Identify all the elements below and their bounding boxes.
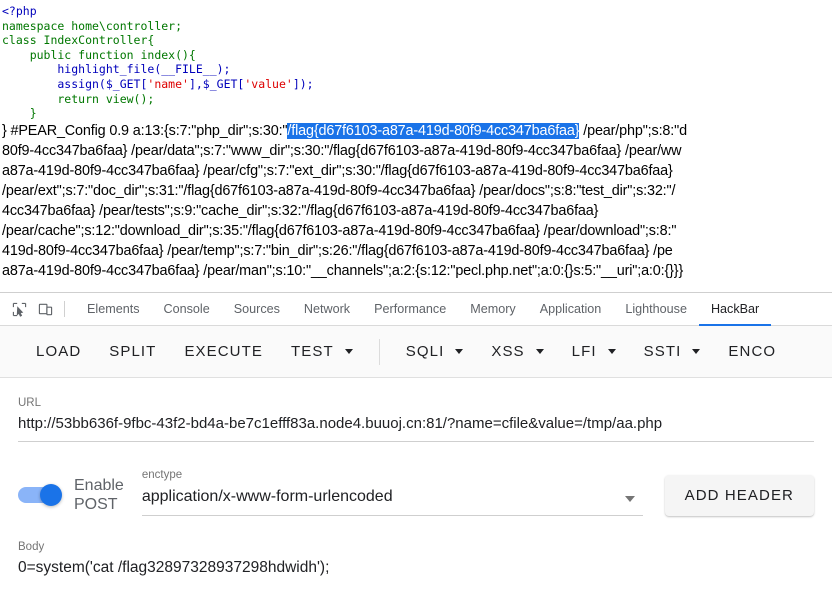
php-return-line: return view(); [2,91,155,106]
lfi-label: LFI [571,342,597,360]
tab-lighthouse[interactable]: Lighthouse [613,293,699,326]
xss-button[interactable]: XSS [477,334,557,370]
load-button[interactable]: LOAD [22,334,95,370]
url-input[interactable]: http://53bb636f-9fbc-43f2-bd4a-be7c1efff… [18,413,814,442]
load-label: LOAD [36,342,82,360]
enable-post-label: Enable POST [74,477,124,513]
enctype-field-group[interactable]: enctype application/x-www-form-urlencode… [141,468,643,516]
body-label: Body [18,541,45,553]
hackbar-form: URL http://53bb636f-9fbc-43f2-bd4a-be7c1… [0,378,832,579]
chevron-down-icon[interactable] [624,496,635,502]
tab-memory[interactable]: Memory [458,293,527,326]
tab-hackbar[interactable]: HackBar [699,293,771,326]
chevron-down-icon [344,349,353,354]
tab-network[interactable]: Network [292,293,362,326]
serialized-line: a87a-419d-80f9-4cc347ba6faa} /pear/cfg";… [2,162,673,179]
execute-label: EXECUTE [184,342,263,360]
devtools-panel: Elements Console Sources Network Perform… [0,292,832,602]
chevron-down-icon [455,349,464,354]
tab-application[interactable]: Application [528,293,614,326]
split-label: SPLIT [109,342,157,360]
lfi-button[interactable]: LFI [558,334,630,370]
tab-console[interactable]: Console [152,293,222,326]
ssti-label: SSTI [643,342,682,360]
device-toolbar-icon[interactable] [32,296,58,322]
encoding-button[interactable]: ENCO [714,334,790,370]
tab-performance[interactable]: Performance [362,293,458,326]
page-output-area: <?php namespace home\controller; class I… [0,0,832,292]
php-function-line: public function index(){ [2,47,196,62]
toolbar-divider [64,301,65,317]
php-assign-line: assign($_GET['name'],$_GET['value']); [2,76,314,91]
serialized-line: } #PEAR_Config 0.9 a:13:{s:7:"php_dir";s… [2,122,687,139]
serialized-line: 419d-80f9-4cc347ba6faa} /pear/temp";s:7:… [2,242,673,259]
enable-post-switch[interactable] [18,484,62,506]
php-source-code: <?php namespace home\controller; class I… [0,4,832,121]
inspect-element-icon[interactable] [6,296,32,322]
hackbar-toolbar: LOAD SPLIT EXECUTE TEST SQLI XSS LFI SST… [0,326,832,378]
serialized-output: } #PEAR_Config 0.9 a:13:{s:7:"php_dir";s… [0,121,832,281]
chevron-down-icon [607,349,616,354]
post-settings-row: Enable POST enctype application/x-www-fo… [18,468,814,516]
encoding-label: ENCO [728,342,777,360]
ssti-button[interactable]: SSTI [630,334,715,370]
hackbar-toolbar-divider [378,338,380,365]
serialized-line: 4cc347ba6faa} /pear/tests";s:9:"cache_di… [2,202,599,219]
serialized-line: /pear/ext";s:7:"doc_dir";s:31:"/flag{d67… [2,182,676,199]
test-button[interactable]: TEST [277,334,367,370]
serialized-post: /pear/php";s:8:"d [579,122,687,139]
flag-selection-highlight: /flag{d67f6103-a87a-419d-80f9-4cc347ba6f… [287,122,580,139]
enctype-label: enctype [141,469,183,481]
body-field-group: Body 0=system('cat /flag32897328937298hd… [18,540,814,579]
split-button[interactable]: SPLIT [95,334,170,370]
serialized-line: 80f9-4cc347ba6faa} /pear/data";s:7:"www_… [2,142,682,159]
chevron-down-icon [535,349,544,354]
sqli-button[interactable]: SQLI [392,334,478,370]
switch-knob [40,484,62,506]
url-label: URL [18,397,42,409]
enable-post-toggle-group[interactable]: Enable POST [18,476,124,516]
body-input[interactable]: 0=system('cat /flag32897328937298hdwidh'… [18,557,814,579]
php-string-name: 'name' [147,76,189,91]
serialized-line: a87a-419d-80f9-4cc347ba6faa} /pear/man";… [2,262,684,279]
url-field-group: URL http://53bb636f-9fbc-43f2-bd4a-be7c1… [18,396,814,442]
php-close-brace-line: } [2,106,37,121]
add-header-button[interactable]: ADD HEADER [664,475,814,516]
test-label: TEST [291,342,334,360]
execute-button[interactable]: EXECUTE [170,334,277,370]
xss-label: XSS [491,342,525,360]
php-highlight-file-line: highlight_file(__FILE__); [2,62,231,77]
php-open-tag: <?php [2,4,37,18]
php-class-line: class IndexController{ [2,33,155,48]
tab-sources[interactable]: Sources [222,293,292,326]
tab-elements[interactable]: Elements [75,293,152,326]
php-namespace-line: namespace home\controller; [2,18,183,33]
serialized-pre: } #PEAR_Config 0.9 a:13:{s:7:"php_dir";s… [2,122,288,139]
php-string-value: 'value' [244,76,293,91]
devtools-tabbar: Elements Console Sources Network Perform… [0,293,832,326]
serialized-line: /pear/cache";s:12:"download_dir";s:35:"/… [2,222,677,239]
sqli-label: SQLI [405,342,445,360]
enctype-select[interactable]: application/x-www-form-urlencoded [141,485,643,516]
chevron-down-icon [692,349,701,354]
